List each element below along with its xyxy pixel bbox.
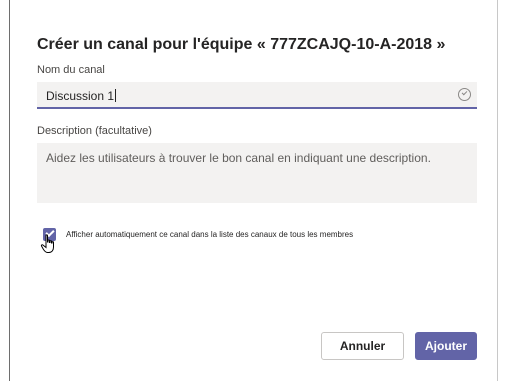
hand-pointer-icon — [40, 234, 54, 253]
channel-name-input[interactable]: Discussion 1 — [37, 82, 477, 109]
description-input[interactable]: Aidez les utilisateurs à trouver le bon … — [37, 143, 477, 203]
add-button[interactable]: Ajouter — [415, 332, 477, 360]
cancel-button[interactable]: Annuler — [321, 332, 404, 360]
channel-name-label: Nom du canal — [37, 64, 105, 76]
window-edge-right — [497, 0, 498, 381]
description-label: Description (facultative) — [37, 125, 152, 137]
description-placeholder: Aidez les utilisateurs à trouver le bon … — [46, 151, 431, 165]
create-channel-dialog: Créer un canal pour l'équipe « 777ZCAJQ-… — [10, 0, 497, 381]
auto-show-label: Afficher automatiquement ce canal dans l… — [66, 230, 354, 239]
check-circle-icon — [458, 88, 471, 101]
channel-name-value: Discussion 1 — [46, 89, 117, 103]
text-caret — [115, 89, 117, 102]
dialog-title: Créer un canal pour l'équipe « 777ZCAJQ-… — [37, 36, 446, 53]
